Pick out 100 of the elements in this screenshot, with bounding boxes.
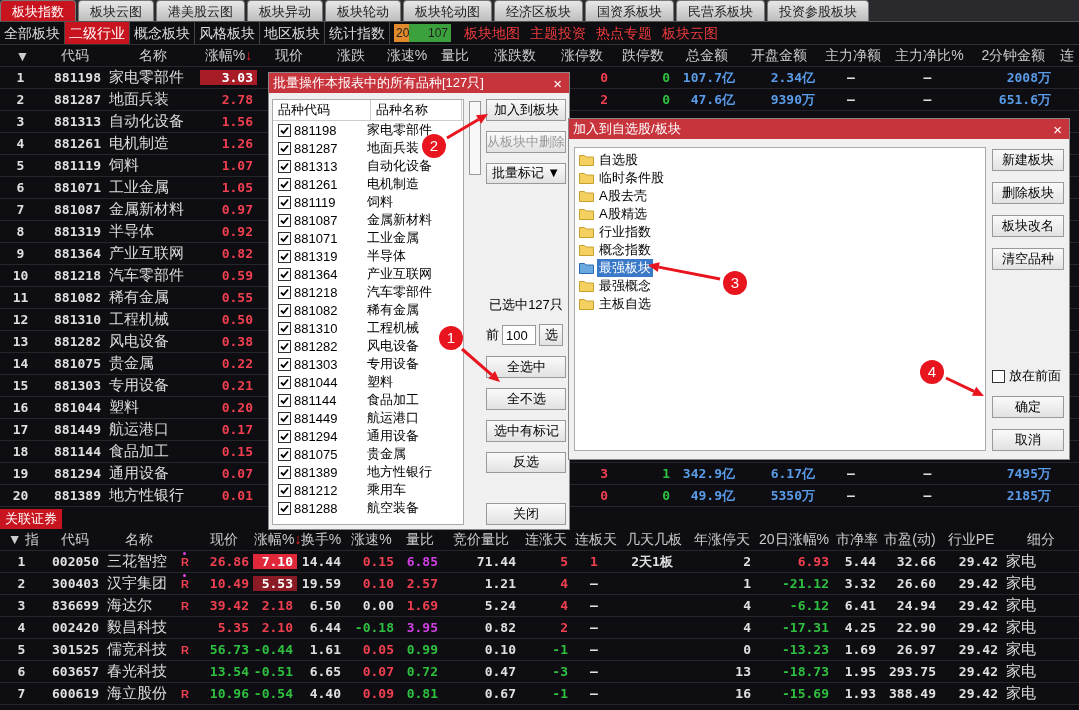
- column-header[interactable]: 跌停数: [612, 46, 674, 65]
- column-header[interactable]: 量比: [432, 46, 477, 65]
- scrollbar-thumb[interactable]: [469, 101, 481, 175]
- action-button[interactable]: 新建板块: [992, 149, 1064, 171]
- tab[interactable]: 地区板块: [260, 22, 325, 44]
- folder-item[interactable]: 临时条件股: [597, 169, 666, 187]
- column-header[interactable]: 2分钟金额: [972, 46, 1055, 65]
- action-button[interactable]: 加入到板块: [486, 99, 566, 121]
- action-button[interactable]: 批量标记 ▼: [486, 162, 566, 185]
- action-button[interactable]: 全选中: [486, 356, 566, 379]
- column-header[interactable]: 品种名称: [371, 100, 462, 120]
- ok-button[interactable]: 确定: [992, 396, 1064, 418]
- folder-item[interactable]: 自选股: [597, 151, 640, 169]
- action-button[interactable]: 删除板块: [992, 182, 1064, 204]
- folder-item[interactable]: 行业指数: [597, 223, 653, 241]
- tab[interactable]: 国资系板块: [585, 0, 674, 21]
- checkbox[interactable]: [278, 339, 291, 353]
- column-header[interactable]: 主力净额: [819, 46, 887, 65]
- checkbox[interactable]: [278, 195, 291, 209]
- column-header[interactable]: 涨跌数: [477, 46, 552, 65]
- column-header[interactable]: 细分: [1002, 530, 1079, 549]
- column-header[interactable]: 主力净比%: [887, 46, 972, 65]
- checkbox[interactable]: [278, 429, 291, 443]
- tab[interactable]: 港美股云图: [156, 0, 245, 21]
- column-header[interactable]: 品种代码: [273, 100, 371, 120]
- folder-item[interactable]: 最强概念: [597, 277, 653, 295]
- cancel-button[interactable]: 取消: [992, 429, 1064, 451]
- checkbox[interactable]: [278, 375, 291, 389]
- link[interactable]: 主题投资: [525, 22, 591, 44]
- column-header[interactable]: 量比: [398, 530, 442, 549]
- column-header[interactable]: 连涨天: [520, 530, 572, 549]
- column-header[interactable]: ▼: [0, 47, 45, 64]
- checkbox[interactable]: [278, 141, 291, 155]
- column-header[interactable]: 代码: [47, 530, 103, 549]
- checkbox[interactable]: [278, 123, 291, 137]
- checkbox[interactable]: [278, 321, 291, 335]
- tab[interactable]: 板块指数: [0, 0, 76, 21]
- checkbox[interactable]: [278, 159, 291, 173]
- column-header[interactable]: 涨速%: [345, 530, 398, 549]
- tab[interactable]: 民营系板块: [676, 0, 765, 21]
- folder-item[interactable]: A股精选: [597, 205, 649, 223]
- column-header[interactable]: 竞价量比: [442, 530, 520, 549]
- folder-item[interactable]: 概念指数: [597, 241, 653, 259]
- column-header[interactable]: 涨停数: [552, 46, 612, 65]
- checkbox[interactable]: [278, 303, 291, 317]
- action-button[interactable]: 清空品种: [992, 248, 1064, 270]
- column-header[interactable]: 行业PE: [940, 530, 1002, 549]
- folder-item[interactable]: 主板自选: [597, 295, 653, 313]
- close-button[interactable]: ×: [1050, 120, 1065, 138]
- tab[interactable]: 经济区板块: [494, 0, 583, 21]
- checkbox[interactable]: [278, 213, 291, 227]
- column-header[interactable]: 年涨停天: [688, 530, 755, 549]
- checkbox[interactable]: [278, 393, 291, 407]
- checkbox[interactable]: [278, 483, 291, 497]
- tab[interactable]: 板块轮动图: [403, 0, 492, 21]
- column-header[interactable]: 开盘金额: [739, 46, 819, 65]
- column-header[interactable]: 名称: [103, 530, 175, 549]
- column-header[interactable]: 几天几板: [620, 530, 688, 549]
- column-header[interactable]: 20日涨幅%: [755, 530, 833, 549]
- column-header[interactable]: 总金额: [674, 46, 739, 65]
- checkbox[interactable]: [278, 267, 291, 281]
- column-header[interactable]: 涨幅%↓: [200, 46, 257, 65]
- tab[interactable]: 概念板块: [130, 22, 195, 44]
- checkbox[interactable]: [278, 357, 291, 371]
- column-header[interactable]: 涨速%: [382, 46, 432, 65]
- action-button[interactable]: 全不选: [486, 388, 566, 410]
- action-button[interactable]: 反选: [486, 451, 566, 474]
- column-header[interactable]: 涨跌: [320, 46, 382, 65]
- tab[interactable]: 投资参股板块: [767, 0, 869, 21]
- column-header[interactable]: 现价: [257, 46, 320, 65]
- action-button[interactable]: 选中有标记: [486, 419, 566, 442]
- close-button[interactable]: ×: [550, 74, 565, 92]
- tab[interactable]: 板块轮动: [325, 0, 401, 21]
- column-header[interactable]: 名称: [105, 46, 200, 65]
- checkbox[interactable]: [278, 465, 291, 479]
- checkbox[interactable]: [278, 411, 291, 425]
- checkbox[interactable]: [992, 369, 1005, 383]
- checkbox[interactable]: [278, 231, 291, 245]
- column-header[interactable]: 现价: [195, 530, 253, 549]
- checkbox[interactable]: [278, 249, 291, 263]
- tab[interactable]: 统计指数: [325, 22, 390, 44]
- tab[interactable]: 风格板块: [195, 22, 260, 44]
- link[interactable]: 板块云图: [657, 22, 723, 44]
- tab[interactable]: 二级行业: [65, 22, 130, 44]
- select-button[interactable]: 选: [539, 324, 563, 347]
- column-header[interactable]: ▼ 指: [0, 530, 47, 549]
- action-button[interactable]: 板块改名: [992, 215, 1064, 237]
- column-header[interactable]: 连: [1055, 46, 1079, 65]
- link[interactable]: 板块地图: [459, 22, 525, 44]
- close-button[interactable]: 关闭: [486, 503, 566, 525]
- checkbox[interactable]: [278, 447, 291, 461]
- column-header[interactable]: 代码: [45, 46, 105, 65]
- count-field[interactable]: 100: [502, 325, 536, 346]
- link[interactable]: 热点专题: [591, 22, 657, 44]
- checkbox[interactable]: [278, 501, 291, 515]
- folder-item[interactable]: 最强板块: [597, 259, 653, 277]
- checkbox[interactable]: [278, 285, 291, 299]
- tab[interactable]: 板块云图: [78, 0, 154, 21]
- checkbox[interactable]: [278, 177, 291, 191]
- folder-item[interactable]: A股去壳: [597, 187, 649, 205]
